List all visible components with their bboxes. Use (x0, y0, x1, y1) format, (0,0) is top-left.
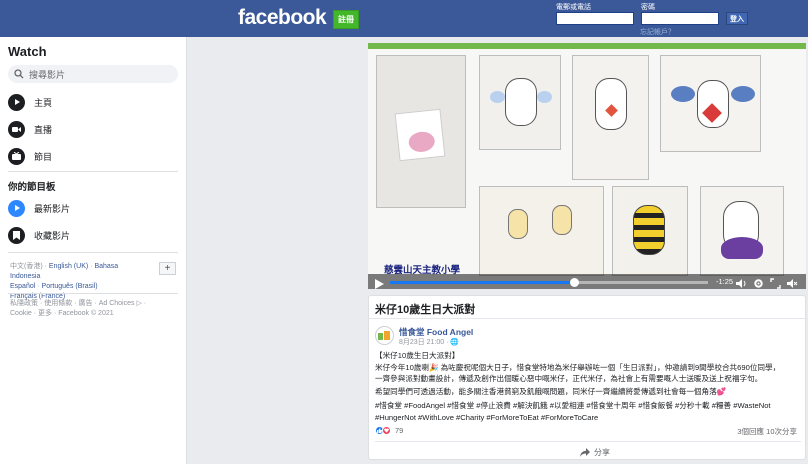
sidebar-item-label: 主頁 (34, 97, 53, 108)
footer-link[interactable]: Cookie (10, 310, 32, 317)
email-field[interactable] (556, 12, 634, 25)
post-title: 米仔10歲生日大派對 (375, 304, 476, 316)
search-placeholder: 搜尋影片 (29, 69, 66, 80)
footer-link[interactable]: 私隱政策 (10, 300, 38, 307)
mute-icon[interactable] (787, 278, 798, 289)
password-field[interactable] (641, 12, 719, 25)
drawing-card (479, 55, 561, 150)
sidebar-item-label: 直播 (34, 124, 53, 135)
ad-choices-icon: ▷ (136, 300, 142, 307)
drawing-card (700, 186, 784, 276)
video-progress-bar[interactable] (390, 278, 708, 287)
sidebar-title: Watch (8, 44, 47, 59)
drawing-shape (407, 130, 436, 154)
post-body-line: 希望同學們可透過活動，能多關注香港貧窮及飢餓嘅問題，同米仔一齊繼續將愛傳遞到社會… (375, 387, 727, 396)
footer-link[interactable]: 廣告 (78, 300, 92, 307)
drawing-figure (552, 205, 572, 235)
drawing-photo (376, 55, 466, 208)
reaction-count: 79 (395, 426, 404, 435)
current-language: 中文(香港) (10, 263, 43, 270)
live-camera-icon (8, 120, 25, 138)
video-post: 米仔10歲生日大派對 惜食堂 Food Angel 8月23日 21:00 · … (368, 295, 807, 460)
language-list: 中文(香港) · English (UK) · Bahasa Indonesia… (10, 263, 119, 300)
language-link[interactable]: Español (10, 283, 35, 290)
drawing-bee-figure (633, 205, 665, 255)
your-watchlist-title: 你的節目板 (8, 182, 56, 193)
post-hashtags[interactable]: #惜食堂 #FoodAngel #惜食堂 #停止浪費 #解決飢餓 #以愛相連 #… (375, 400, 803, 423)
share-icon (580, 448, 590, 457)
sidebar-divider (8, 293, 178, 294)
footer-link[interactable]: 使用條款 (44, 300, 72, 307)
email-label: 電郵或電話 (556, 4, 591, 11)
language-link[interactable]: Português (Brasil) (42, 283, 98, 290)
drawing-card (572, 55, 649, 180)
language-link[interactable]: English (UK) (49, 263, 88, 270)
drawing-wing (671, 86, 695, 102)
share-label: 分享 (594, 448, 610, 457)
drawing-figure (508, 209, 528, 239)
video-controls: -1:25 (368, 274, 806, 289)
footer-links: 私隱政策 · 使用條款 · 廣告 · Ad Choices ▷ · Cookie… (10, 300, 147, 317)
settings-gear-icon[interactable] (753, 278, 764, 289)
reaction-summary[interactable]: 79 (375, 426, 403, 435)
sidebar-divider (8, 252, 178, 253)
page-avatar[interactable] (375, 326, 394, 345)
video-player[interactable]: 慈雲山天主教小學 -1:25 (368, 43, 806, 289)
signup-button[interactable]: 註冊 (333, 10, 359, 29)
post-body-line: 【米仔10歲生日大派對】 (375, 351, 460, 360)
copyright: Facebook © 2021 (58, 310, 114, 317)
post-divider (375, 441, 801, 442)
video-progress-fill (390, 281, 575, 284)
expand-icon[interactable] (770, 278, 781, 289)
sidebar-item-label: 節目 (34, 151, 53, 162)
sidebar-item-live[interactable]: 直播 (8, 119, 52, 139)
search-input[interactable]: 搜尋影片 (8, 65, 178, 83)
sidebar-item-saved-videos[interactable]: 收藏影片 (8, 225, 70, 245)
sidebar-item-label: 收藏影片 (34, 230, 71, 241)
volume-icon[interactable] (736, 278, 747, 289)
password-label: 密碼 (641, 4, 655, 11)
drawing-wing (537, 91, 552, 103)
post-date: 8月23日 21:00 · (399, 339, 451, 346)
watch-sidebar: Watch 搜尋影片 主頁 直播 節目 你的節目板 最新影片 收藏影片 中文(香… (0, 37, 187, 464)
drawing-card (660, 55, 761, 152)
sidebar-item-home[interactable]: 主頁 (8, 92, 52, 112)
sidebar-divider (8, 171, 178, 172)
globe-icon: 🌐 (450, 339, 460, 346)
bookmark-icon (8, 226, 25, 244)
sidebar-item-label: 最新影片 (34, 203, 71, 214)
search-icon (14, 69, 24, 79)
drawing-card (612, 186, 688, 276)
drawing-card (479, 186, 604, 276)
drawing-wing (731, 86, 755, 102)
drawing-skirt (721, 237, 763, 259)
play-circle-icon (8, 199, 25, 217)
facebook-logo[interactable]: facebook (238, 6, 327, 30)
video-frame[interactable]: 慈雲山天主教小學 -1:25 (368, 49, 806, 289)
drawing-card (394, 108, 446, 162)
footer-link[interactable]: 更多 (38, 310, 52, 317)
more-languages-button[interactable]: + (159, 262, 176, 275)
sidebar-item-shows[interactable]: 節目 (8, 146, 52, 166)
footer-link[interactable]: Ad Choices (99, 300, 135, 307)
share-button[interactable]: 分享 (580, 447, 610, 458)
drawing-figure (505, 78, 537, 126)
play-icon (8, 93, 25, 111)
top-navigation-bar: facebook 註冊 電郵或電話 密碼 登入 忘記帳戶？ (0, 0, 808, 37)
video-progress-handle[interactable] (569, 278, 579, 287)
post-body-line: 米仔今年10歲喇🎉 為咗慶祝呢個大日子，惜食堂特地為米仔舉辦咗一個「生日派對」，… (375, 363, 781, 372)
post-body-line: 一齊參與派對動畫設計，傳遞及創作出個暖心惡中嘅米仔，正代米仔，為社會上有需要嘅人… (375, 374, 763, 383)
comments-shares-count[interactable]: 3個回應 10次分享 (737, 426, 797, 437)
post-timestamp[interactable]: 8月23日 21:00 · 🌐 (399, 337, 459, 347)
shows-icon (8, 147, 25, 165)
post-divider (369, 318, 807, 319)
login-button[interactable]: 登入 (726, 12, 748, 25)
play-icon[interactable] (375, 279, 384, 289)
sidebar-item-latest-videos[interactable]: 最新影片 (8, 198, 70, 218)
drawing-wing (490, 91, 505, 103)
forgot-account-link[interactable]: 忘記帳戶？ (640, 27, 675, 37)
video-time-remaining: -1:25 (716, 277, 734, 286)
love-icon (382, 426, 391, 435)
